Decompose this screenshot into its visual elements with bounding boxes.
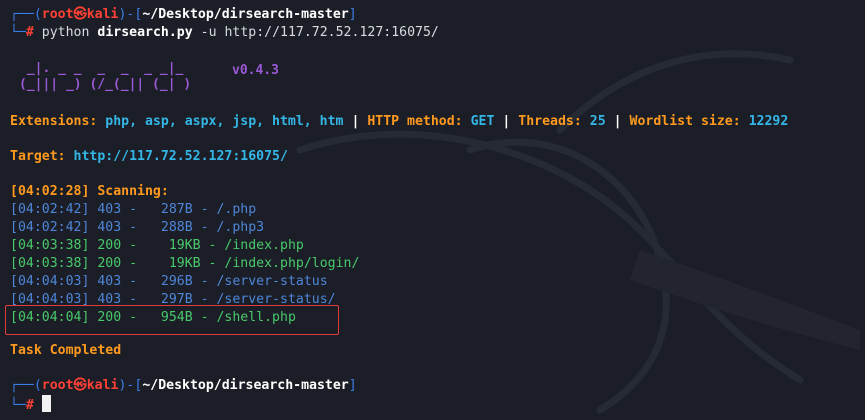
prompt-line: ┌──(root㉿kali)-[~/Desktop/dirsearch-mast… <box>10 6 357 24</box>
wordlist-value: 12292 <box>748 114 789 129</box>
dirsearch-logo-bottom: (_||| _) (/_(_|| (_| ) <box>19 77 192 92</box>
prompt-user: root <box>41 378 74 393</box>
threads-value: 25 <box>589 114 606 129</box>
target-url: http://117.72.52.127:16075/ <box>73 149 288 164</box>
extensions-value: php, asp, aspx, jsp, html, htm <box>105 114 344 129</box>
threads-label: Threads: <box>518 114 582 129</box>
result-row: [04:02:42] 403 - 288B - /.php3 <box>10 220 265 235</box>
result-path: /.php3 <box>216 220 265 235</box>
extensions-label: Extensions: <box>10 114 98 129</box>
prompt-host: kali <box>86 7 119 22</box>
result-status: 200 <box>97 256 122 271</box>
result-path: /server-status <box>216 274 328 289</box>
result-row: [04:02:42] 403 - 287B - /.php <box>10 202 257 217</box>
result-path: /index.php <box>224 238 304 253</box>
terminal[interactable]: ┌──(root㉿kali)-[~/Desktop/dirsearch-mast… <box>0 0 865 420</box>
result-size: 19KB <box>145 256 201 271</box>
prompt-frame: ] <box>348 7 357 22</box>
result-row: [04:03:38] 200 - 19KB - /index.php <box>10 238 304 253</box>
separator: | <box>613 114 622 129</box>
version-label: v0.4.3 <box>232 63 279 78</box>
prompt-frame: )-[ <box>118 378 143 393</box>
prompt-host: kali <box>86 378 119 393</box>
config-line: Extensions: php, asp, aspx, jsp, html, h… <box>10 113 788 131</box>
result-status: 200 <box>97 238 122 253</box>
prompt-at-symbol: ㉿ <box>73 7 87 22</box>
result-time: [04:02:42] <box>10 220 90 235</box>
prompt-frame: ┌──( <box>10 7 42 22</box>
prompt-user: root <box>41 7 74 22</box>
wordlist-label: Wordlist size: <box>629 114 741 129</box>
result-path: /index.php/login/ <box>224 256 360 271</box>
command-flag: -u <box>200 25 217 40</box>
prompt-frame: ┌──( <box>10 378 42 393</box>
result-time: [04:04:03] <box>10 274 90 289</box>
command-line: └─# python dirsearch.py -u http://117.72… <box>10 24 439 42</box>
result-size: 288B <box>145 220 193 235</box>
scanning-header: [04:02:28] Scanning: <box>10 184 169 199</box>
result-status: 403 <box>97 202 122 217</box>
block-cursor-icon[interactable] <box>41 395 51 412</box>
prompt-at-symbol: ㉿ <box>73 378 87 393</box>
result-size: 296B <box>145 274 193 289</box>
task-completed: Task Completed <box>10 343 122 358</box>
prompt-corner: └─ <box>10 25 26 40</box>
separator: | <box>502 114 511 129</box>
dirsearch-logo-top: _|. _ _ _ _ _ _|_ <box>19 61 184 76</box>
http-method-label: HTTP method: <box>367 114 463 129</box>
prompt-line: ┌──(root㉿kali)-[~/Desktop/dirsearch-mast… <box>10 377 357 395</box>
separator: | <box>351 114 360 129</box>
result-size: 19KB <box>145 238 201 253</box>
http-method-value: GET <box>470 114 495 129</box>
result-row: [04:03:38] 200 - 19KB - /index.php/login… <box>10 256 360 271</box>
prompt-frame: ] <box>348 378 357 393</box>
result-path: /.php <box>216 202 257 217</box>
prompt-corner: └─ <box>10 398 26 413</box>
command-url: http://117.72.52.127:16075/ <box>224 25 439 40</box>
result-time: [04:02:42] <box>10 202 90 217</box>
prompt-hash: # <box>25 25 34 40</box>
result-status: 403 <box>97 274 122 289</box>
command-program: python <box>41 25 90 40</box>
result-time: [04:03:38] <box>10 256 90 271</box>
command-script: dirsearch.py <box>97 25 193 40</box>
prompt-hash: # <box>25 398 34 413</box>
result-size: 287B <box>145 202 193 217</box>
highlight-box <box>5 305 339 335</box>
result-time: [04:03:38] <box>10 238 90 253</box>
target-line: Target: http://117.72.52.127:16075/ <box>10 148 288 166</box>
target-label: Target: <box>10 149 66 164</box>
result-row: [04:04:03] 403 - 296B - /server-status <box>10 274 328 289</box>
command-input-line[interactable]: └─# <box>10 395 51 413</box>
prompt-frame: )-[ <box>118 7 143 22</box>
prompt-path: ~/Desktop/dirsearch-master <box>142 7 349 22</box>
result-status: 403 <box>97 220 122 235</box>
prompt-path: ~/Desktop/dirsearch-master <box>142 378 349 393</box>
